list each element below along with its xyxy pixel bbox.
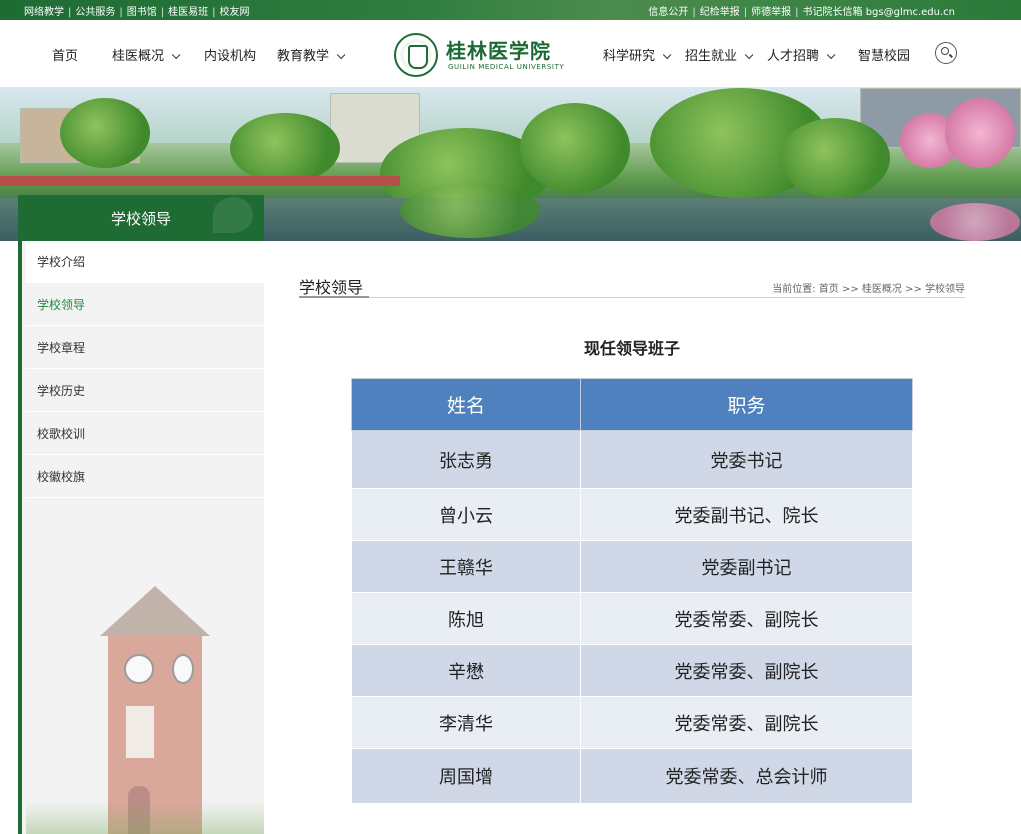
nav-admission[interactable]: 招生就业 xyxy=(685,45,754,64)
leader-name: 曾小云 xyxy=(351,488,581,541)
table-row: 王赣华 党委副书记 xyxy=(351,540,913,593)
table-row: 陈旭 党委常委、副院长 xyxy=(351,592,913,645)
logo-chinese-name: 桂林医学院 xyxy=(446,39,551,63)
top-link-mailbox[interactable]: 书记院长信箱 bgs@glmc.edu.cn xyxy=(799,7,959,18)
main-header: 首页 桂医概况 内设机构 教育教学 桂林医学院 GUILIN MEDICAL U… xyxy=(0,20,1021,88)
top-links-left: 网络教学 | 公共服务 | 图书馆 | 桂医易班 | 校友网 xyxy=(24,3,254,18)
table-row: 李清华 党委常委、副院长 xyxy=(351,696,913,749)
search-button[interactable] xyxy=(935,42,957,64)
sidebar-title-label: 学校领导 xyxy=(110,210,171,228)
nav-departments-label: 内设机构 xyxy=(204,49,257,64)
clock-tower-image xyxy=(100,586,210,834)
sidebar-item-history[interactable]: 学校历史 xyxy=(26,370,264,412)
clock-icon xyxy=(124,654,154,684)
top-link-yiban[interactable]: 桂医易班 xyxy=(164,7,212,18)
leader-position: 党委常委、副院长 xyxy=(580,592,913,645)
top-link-discipline-report[interactable]: 纪检举报 xyxy=(696,7,744,18)
leader-position: 党委副书记 xyxy=(580,540,913,593)
top-link-public-service[interactable]: 公共服务 xyxy=(71,7,119,18)
leader-position: 党委常委、副院长 xyxy=(580,696,913,749)
table-row: 曾小云 党委副书记、院长 xyxy=(351,488,913,541)
nav-home[interactable]: 首页 xyxy=(52,45,78,64)
table-header-row: 姓名 职务 xyxy=(351,378,913,431)
leader-name: 张志勇 xyxy=(351,430,581,489)
nav-education[interactable]: 教育教学 xyxy=(277,45,346,64)
chevron-down-icon xyxy=(744,50,754,60)
nav-recruitment-label: 人才招聘 xyxy=(767,49,820,64)
top-link-ethics-report[interactable]: 师德举报 xyxy=(747,7,795,18)
table-row: 周国增 党委常委、总会计师 xyxy=(351,748,913,804)
leader-position: 党委常委、总会计师 xyxy=(580,748,913,804)
leader-name: 辛懋 xyxy=(351,644,581,697)
title-divider xyxy=(299,296,965,298)
nav-admission-label: 招生就业 xyxy=(685,49,738,64)
leader-position: 党委书记 xyxy=(580,430,913,489)
university-logo[interactable]: 桂林医学院 GUILIN MEDICAL UNIVERSITY xyxy=(394,32,564,78)
logo-english-name: GUILIN MEDICAL UNIVERSITY xyxy=(448,63,565,71)
page-title: 学校领导 xyxy=(299,278,364,297)
nav-home-label: 首页 xyxy=(52,49,79,64)
top-link-online-teaching[interactable]: 网络教学 xyxy=(24,7,68,18)
chevron-down-icon xyxy=(171,50,181,60)
leader-name: 王赣华 xyxy=(351,540,581,593)
search-icon xyxy=(941,47,949,55)
nav-smart-campus[interactable]: 智慧校园 xyxy=(858,45,910,64)
nav-recruitment[interactable]: 人才招聘 xyxy=(767,45,836,64)
sidebar-item-introduction[interactable]: 学校介绍 xyxy=(26,241,264,283)
leader-name: 陈旭 xyxy=(351,592,581,645)
leaders-table: 姓名 职务 张志勇 党委书记 曾小云 党委副书记、院长 王赣华 党委副书记 陈旭… xyxy=(351,378,913,804)
table-row: 张志勇 党委书记 xyxy=(351,430,913,489)
chevron-down-icon xyxy=(336,50,346,60)
chevron-down-icon xyxy=(662,50,672,60)
nav-education-label: 教育教学 xyxy=(277,49,330,64)
nav-departments[interactable]: 内设机构 xyxy=(204,45,256,64)
column-header-position: 职务 xyxy=(580,378,913,431)
top-bar: 网络教学 | 公共服务 | 图书馆 | 桂医易班 | 校友网 信息公开 | 纪检举报 | 师德举报 | 书记… xyxy=(0,0,1021,20)
breadcrumb[interactable]: 当前位置: 首页 >> 桂医概况 >> 学校领导 xyxy=(772,280,965,295)
section-heading: 现任领导班子 xyxy=(583,339,680,358)
nav-smart-campus-label: 智慧校园 xyxy=(858,49,911,64)
nav-overview-label: 桂医概况 xyxy=(112,49,165,64)
sidebar-item-song-motto[interactable]: 校歌校训 xyxy=(26,413,264,455)
sidebar-item-leadership[interactable]: 学校领导 xyxy=(26,284,264,326)
leader-name: 李清华 xyxy=(351,696,581,749)
sidebar-item-emblem-flag[interactable]: 校徽校旗 xyxy=(26,456,264,498)
top-link-library[interactable]: 图书馆 xyxy=(123,7,161,18)
nav-research[interactable]: 科学研究 xyxy=(603,45,672,64)
chevron-down-icon xyxy=(826,50,836,60)
leader-position: 党委副书记、院长 xyxy=(580,488,913,541)
seal-icon xyxy=(394,33,438,77)
leader-name: 周国增 xyxy=(351,748,581,804)
table-row: 辛懋 党委常委、副院长 xyxy=(351,644,913,697)
top-link-info-disclosure[interactable]: 信息公开 xyxy=(648,7,692,18)
leader-position: 党委常委、副院长 xyxy=(580,644,913,697)
nav-research-label: 科学研究 xyxy=(603,49,656,64)
nav-overview[interactable]: 桂医概况 xyxy=(112,45,181,64)
sidebar-title: 学校领导 xyxy=(18,195,264,241)
top-link-alumni[interactable]: 校友网 xyxy=(216,7,254,18)
column-header-name: 姓名 xyxy=(351,378,581,431)
top-links-right: 信息公开 | 纪检举报 | 师德举报 | 书记院长信箱 bgs@glmc.edu.cn xyxy=(648,3,959,18)
sidebar: 学校介绍 学校领导 学校章程 学校历史 校歌校训 校徽校旗 xyxy=(18,241,264,834)
